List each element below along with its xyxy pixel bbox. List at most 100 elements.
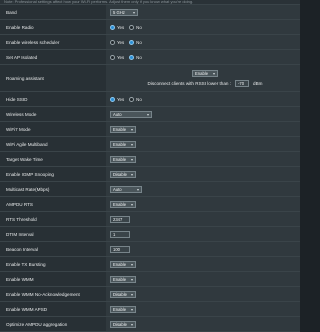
- ampdu-rts-label: AMPDU RTS: [0, 197, 106, 211]
- chevron-down-icon: ▾: [130, 156, 133, 162]
- row-wifi7-mode: WiFi7 Mode Enable ▾: [0, 122, 300, 137]
- rts-threshold-label: RTS Threshold: [0, 212, 106, 226]
- target-wake-time-select[interactable]: Enable ▾: [110, 155, 136, 163]
- row-wireless-scheduler: Enable wireless scheduler Yes No: [0, 35, 300, 50]
- rssi-unit: dBm: [253, 80, 263, 86]
- row-wmm: Enable WMM Enable ▾: [0, 272, 300, 287]
- radio-dot-icon: [129, 96, 135, 102]
- enable-radio-label: Enable Radio: [0, 20, 106, 34]
- wireless-scheduler-label: Enable wireless scheduler: [0, 35, 106, 49]
- row-agile-multiband: WiFi Agile Multiband Enable ▾: [0, 137, 300, 152]
- wireless-mode-select[interactable]: Auto ▾: [110, 110, 152, 118]
- beacon-label: Beacon Interval: [0, 242, 106, 256]
- radio-dot-icon: [110, 24, 115, 30]
- wmm-apsd-select[interactable]: Enable ▾: [110, 305, 136, 313]
- radio-label-no: No: [136, 54, 142, 60]
- multicast-rate-label: Multicast Rate(Mbps): [0, 182, 106, 196]
- chevron-down-icon: ▾: [130, 291, 133, 297]
- igmp-label: Enable IGMP Snooping: [0, 167, 106, 181]
- row-ap-isolated: Set AP Isolated Yes No: [0, 50, 300, 65]
- row-wmm-apsd: Enable WMM APSD Enable ▾: [0, 302, 300, 317]
- roaming-select[interactable]: Enable ▾: [192, 69, 218, 77]
- chevron-down-icon: ▾: [130, 261, 133, 267]
- ampdu-rts-value: Enable: [113, 201, 127, 207]
- ampdu-agg-label: Optimize AMPDU aggregation: [0, 317, 106, 331]
- row-dtim-interval: DTIM Interval 1: [0, 227, 300, 242]
- ampdu-agg-select[interactable]: Disable ▾: [110, 320, 136, 328]
- row-enable-radio: Enable Radio Yes No: [0, 20, 300, 35]
- row-hide-ssid: Hide SSID Yes No: [0, 92, 300, 107]
- wireless-scheduler-yes[interactable]: Yes: [110, 39, 125, 45]
- radio-label-no: No: [136, 96, 142, 102]
- roaming-value: Enable: [195, 70, 209, 76]
- radio-label-no: No: [136, 39, 142, 45]
- hide-ssid-no[interactable]: No: [129, 96, 142, 102]
- ampdu-rts-select[interactable]: Enable ▾: [110, 200, 136, 208]
- dtim-input[interactable]: 1: [110, 230, 130, 238]
- wireless-mode-label: Wireless Mode: [0, 107, 106, 121]
- rssi-input[interactable]: -70: [235, 79, 250, 87]
- wifi7-mode-label: WiFi7 Mode: [0, 122, 106, 136]
- igmp-select[interactable]: Disable ▾: [110, 170, 136, 178]
- row-rts-threshold: RTS Threshold 2347: [0, 212, 300, 227]
- radio-label-yes: Yes: [117, 54, 125, 60]
- radio-dot-icon: [129, 24, 135, 30]
- chevron-down-icon: ▾: [132, 9, 135, 15]
- multicast-rate-select[interactable]: Auto ▾: [110, 185, 142, 193]
- wifi7-mode-select[interactable]: Enable ▾: [110, 125, 136, 133]
- agile-multiband-select[interactable]: Enable ▾: [110, 140, 136, 148]
- multicast-rate-value: Auto: [113, 186, 122, 192]
- chevron-down-icon: ▾: [136, 186, 139, 192]
- radio-label-yes: Yes: [117, 96, 125, 102]
- radio-dot-icon: [129, 39, 135, 45]
- chevron-down-icon: ▾: [130, 141, 133, 147]
- radio-dot-icon: [129, 54, 135, 60]
- radio-dot-icon: [110, 54, 115, 60]
- tx-bursting-select[interactable]: Enable ▾: [110, 260, 136, 268]
- wireless-scheduler-no[interactable]: No: [129, 39, 142, 45]
- hide-ssid-yes[interactable]: Yes: [110, 96, 125, 102]
- target-wake-time-label: Target Wake Time: [0, 152, 106, 166]
- chevron-down-icon: ▾: [130, 201, 133, 207]
- agile-multiband-label: WiFi Agile Multiband: [0, 137, 106, 151]
- wmm-select[interactable]: Enable ▾: [110, 275, 136, 283]
- enable-radio-yes[interactable]: Yes: [110, 24, 125, 30]
- ap-isolated-label: Set AP Isolated: [0, 50, 106, 64]
- radio-label-no: No: [136, 24, 142, 30]
- enable-radio-no[interactable]: No: [129, 24, 142, 30]
- chevron-down-icon: ▾: [146, 111, 149, 117]
- chevron-down-icon: ▾: [212, 70, 215, 76]
- chevron-down-icon: ▾: [130, 126, 133, 132]
- rts-threshold-input[interactable]: 2347: [110, 215, 130, 223]
- row-roaming-assistant: Roaming assistant Enable ▾ Disconnect cli…: [0, 65, 300, 92]
- ap-isolated-yes[interactable]: Yes: [110, 54, 125, 60]
- igmp-value: Disable: [113, 171, 127, 177]
- row-multicast-rate: Multicast Rate(Mbps) Auto ▾: [0, 182, 300, 197]
- row-wireless-mode: Wireless Mode Auto ▾: [0, 107, 300, 122]
- dtim-label: DTIM Interval: [0, 227, 106, 241]
- roaming-description: Disconnect clients with RSSI lower than …: [147, 80, 232, 86]
- wmm-noack-value: Disable: [113, 291, 127, 297]
- chevron-down-icon: ▾: [130, 306, 133, 312]
- band-select[interactable]: 5 GHz ▾: [110, 8, 138, 16]
- radio-label-yes: Yes: [117, 24, 125, 30]
- row-beacon-interval: Beacon Interval 100: [0, 242, 300, 257]
- wmm-noack-select[interactable]: Disable ▾: [110, 290, 136, 298]
- target-wake-time-value: Enable: [113, 156, 127, 162]
- agile-multiband-value: Enable: [113, 141, 127, 147]
- radio-label-yes: Yes: [117, 39, 125, 45]
- ap-isolated-no[interactable]: No: [129, 54, 142, 60]
- wmm-apsd-value: Enable: [113, 306, 127, 312]
- wmm-apsd-label: Enable WMM APSD: [0, 302, 106, 316]
- hide-ssid-label: Hide SSID: [0, 92, 106, 106]
- wmm-noack-label: Enable WMM No-Acknowledgement: [0, 287, 106, 301]
- chevron-down-icon: ▾: [130, 321, 133, 327]
- radio-dot-icon: [110, 96, 115, 102]
- chevron-down-icon: ▾: [130, 171, 133, 177]
- row-tx-bursting: Enable TX Bursting Enable ▾: [0, 257, 300, 272]
- ampdu-agg-value: Disable: [113, 321, 127, 327]
- beacon-input[interactable]: 100: [110, 245, 130, 253]
- chevron-down-icon: ▾: [130, 276, 133, 282]
- wireless-mode-value: Auto: [113, 111, 122, 117]
- tx-bursting-label: Enable TX Bursting: [0, 257, 106, 271]
